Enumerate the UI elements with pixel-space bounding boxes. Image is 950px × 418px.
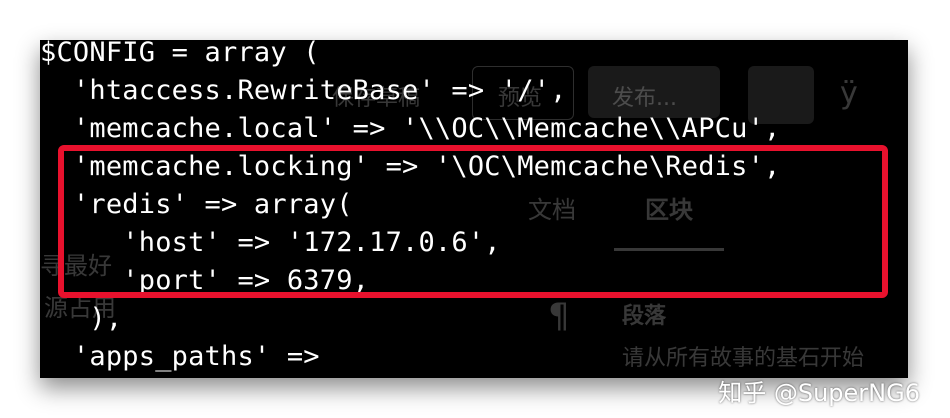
code-line: 'memcache.local' => '\\OC\\Memcache\\APC… bbox=[40, 113, 781, 144]
ghost-paragraph-label: 段落 bbox=[622, 304, 667, 329]
code-line: 'apps_paths' => bbox=[40, 341, 320, 372]
ghost-plugin-icon: ÿ bbox=[840, 76, 858, 111]
code-line: 'htaccess.RewriteBase' => '/', bbox=[40, 75, 567, 106]
code-line: $CONFIG = array ( bbox=[40, 40, 320, 68]
screenshot-frame: 保存草稿 预览 发布... ÿ 文档 区块 寻最好 源占用 ¶ 段落 请从所有故… bbox=[0, 0, 950, 418]
code-window: 保存草稿 预览 发布... ÿ 文档 区块 寻最好 源占用 ¶ 段落 请从所有故… bbox=[40, 40, 908, 378]
highlight-annotation-box bbox=[58, 145, 888, 298]
ghost-paragraph-hint: 请从所有故事的基石开始 bbox=[622, 346, 865, 371]
code-line: ), bbox=[40, 303, 123, 334]
ghost-publish-label: 发布... bbox=[612, 86, 677, 111]
ghost-pilcrow-icon: ¶ bbox=[548, 296, 570, 336]
watermark: 知乎 @SuperNG6 bbox=[718, 379, 920, 407]
